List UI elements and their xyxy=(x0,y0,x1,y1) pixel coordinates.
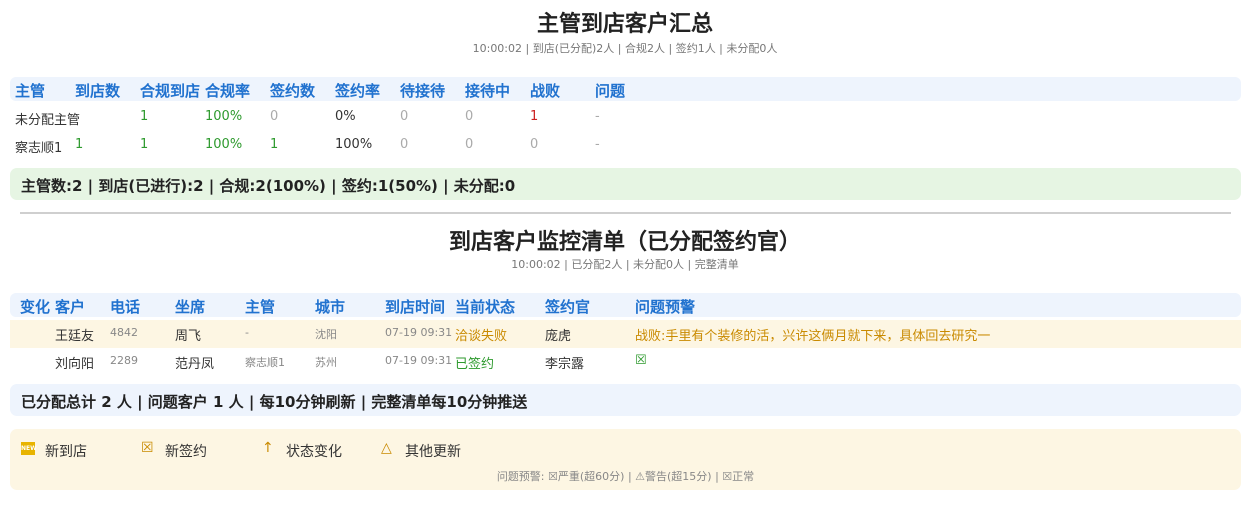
col-arrivals[interactable]: 到店数 xyxy=(75,80,120,101)
cell-lost: 0 xyxy=(530,137,539,152)
legend-footnote: 问题预警: ☒严重(超60分) | ⚠警告(超15分) | ☒正常 xyxy=(496,470,755,483)
cell-agent: 范丹凤 xyxy=(175,357,215,372)
cell-compliant: 1 xyxy=(140,137,149,152)
summary-footer-text: 主管数:2 | 到店(已进行):2 | 合规:2(100%) | 签约:1(50… xyxy=(21,177,516,195)
cell-compliance-rate: 100% xyxy=(205,137,243,152)
col-lost[interactable]: 战败 xyxy=(530,80,560,101)
monitor-footer-text: 已分配总计 2 人 | 问题客户 1 人 | 每10分钟刷新 | 完整清单每10… xyxy=(21,393,528,411)
cell-sign-rate: 100% xyxy=(335,137,373,152)
summary-subtitle: 10:00:02 | 到店(已分配)2人 | 合规2人 | 签约1人 | 未分配… xyxy=(472,42,778,55)
cell-lost: 1 xyxy=(530,109,539,124)
normal-warning-icon: ☒ xyxy=(635,353,647,368)
cell-issue: - xyxy=(595,137,600,152)
col-arrival-time[interactable]: 到店时间 xyxy=(385,296,445,317)
section-divider xyxy=(20,212,1231,214)
cell-city: 苏州 xyxy=(315,356,337,369)
cell-warning: 战败:手里有个装修的活，兴许这俩月就下来，具体回去研究一 xyxy=(635,329,991,344)
cell-signed: 0 xyxy=(270,109,279,124)
cell-customer: 刘向阳 xyxy=(55,357,95,372)
col-phone[interactable]: 电话 xyxy=(110,296,140,317)
triangle-icon: △ xyxy=(381,440,392,456)
cell-sign-rate: 0% xyxy=(335,109,356,124)
cell-phone: 2289 xyxy=(110,354,138,367)
legend-new-arrival: 新到店 xyxy=(45,444,87,460)
new-badge-icon: NEW xyxy=(21,442,37,455)
new-sign-icon: ☒ xyxy=(141,440,154,456)
arrow-up-icon: ↑ xyxy=(262,440,274,456)
col-waiting[interactable]: 待接待 xyxy=(400,80,445,101)
cell-status: 洽谈失败 xyxy=(455,329,508,344)
monitor-subtitle: 10:00:02 | 已分配2人 | 未分配0人 | 完整清单 xyxy=(511,258,739,271)
cell-signer: 李宗露 xyxy=(545,357,585,372)
cell-agent: 周飞 xyxy=(175,329,202,344)
cell-manager: 未分配主管 xyxy=(15,113,81,128)
col-in-reception[interactable]: 接待中 xyxy=(465,80,510,101)
col-signer[interactable]: 签约官 xyxy=(545,296,590,317)
legend-panel: NEW 新到店 ☒ 新签约 ↑ 状态变化 △ 其他更新 问题预警: ☒严重(超6… xyxy=(10,429,1241,490)
col-issue-warning[interactable]: 问题预警 xyxy=(635,296,695,317)
cell-phone: 4842 xyxy=(110,326,138,339)
monitor-footer-bar: 已分配总计 2 人 | 问题客户 1 人 | 每10分钟刷新 | 完整清单每10… xyxy=(10,384,1241,416)
cell-in-reception: 0 xyxy=(465,109,474,124)
cell-city: 沈阳 xyxy=(315,328,337,341)
cell-signer: 庞虎 xyxy=(545,329,572,344)
col-customer[interactable]: 客户 xyxy=(55,296,85,317)
col-manager[interactable]: 主管 xyxy=(245,296,275,317)
cell-status: 已签约 xyxy=(455,357,495,372)
col-change[interactable]: 变化 xyxy=(20,296,50,317)
cell-customer: 王廷友 xyxy=(55,329,95,344)
cell-signed: 1 xyxy=(270,137,279,152)
table-row[interactable]: 刘向阳 2289 范丹凤 察志顺1 苏州 07-19 09:31 已签约 李宗露… xyxy=(10,348,1241,376)
cell-arrival-time: 07-19 09:31 xyxy=(385,354,453,367)
col-city[interactable]: 城市 xyxy=(315,296,345,317)
summary-table-header: 主管 到店数 合规到店 合规率 签约数 签约率 待接待 接待中 战败 问题 xyxy=(10,77,1241,101)
table-row[interactable]: 未分配主管 1 100% 0 0% 0 0 1 - xyxy=(10,104,1241,131)
cell-arrivals: 1 xyxy=(75,137,84,152)
cell-compliance-rate: 100% xyxy=(205,109,243,124)
col-compliant-arrivals[interactable]: 合规到店 xyxy=(140,80,200,101)
col-sign-rate[interactable]: 签约率 xyxy=(335,80,380,101)
cell-manager: 察志顺1 xyxy=(245,356,285,369)
table-row[interactable]: 王廷友 4842 周飞 - 沈阳 07-19 09:31 洽谈失败 庞虎 战败:… xyxy=(10,320,1241,348)
col-issue[interactable]: 问题 xyxy=(595,80,625,101)
cell-compliant: 1 xyxy=(140,109,149,124)
table-row[interactable]: 察志顺1 1 1 100% 1 100% 0 0 0 - xyxy=(10,132,1241,159)
col-agent[interactable]: 坐席 xyxy=(175,296,205,317)
monitor-title: 到店客户监控清单（已分配签约官） xyxy=(448,230,801,255)
cell-waiting: 0 xyxy=(400,137,409,152)
legend-new-sign: 新签约 xyxy=(165,444,207,460)
summary-title: 主管到店客户汇总 xyxy=(536,12,713,37)
col-manager[interactable]: 主管 xyxy=(15,80,45,101)
cell-manager: - xyxy=(245,326,249,339)
cell-waiting: 0 xyxy=(400,109,409,124)
legend-other-update: 其他更新 xyxy=(405,444,461,460)
cell-manager: 察志顺1 xyxy=(15,141,63,156)
legend-status-change: 状态变化 xyxy=(286,444,342,460)
col-current-status[interactable]: 当前状态 xyxy=(455,296,515,317)
col-compliance-rate[interactable]: 合规率 xyxy=(205,80,250,101)
col-signed[interactable]: 签约数 xyxy=(270,80,315,101)
cell-issue: - xyxy=(595,109,600,124)
cell-in-reception: 0 xyxy=(465,137,474,152)
summary-footer-bar: 主管数:2 | 到店(已进行):2 | 合规:2(100%) | 签约:1(50… xyxy=(10,168,1241,200)
cell-arrival-time: 07-19 09:31 xyxy=(385,326,453,339)
monitor-table-header: 变化 客户 电话 坐席 主管 城市 到店时间 当前状态 签约官 问题预警 xyxy=(10,293,1241,317)
